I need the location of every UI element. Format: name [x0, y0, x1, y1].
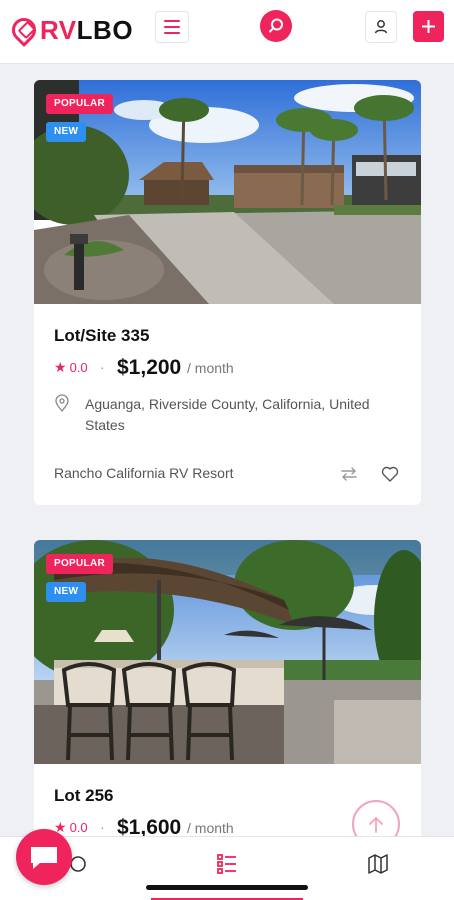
rvlbo-logo[interactable]: RVLBO: [7, 13, 134, 47]
chat-icon: [31, 847, 57, 869]
price-period: / month: [187, 820, 234, 836]
popular-badge: POPULAR: [46, 94, 113, 114]
separator: ·: [100, 819, 105, 835]
listing-title[interactable]: Lot 256: [54, 786, 114, 806]
user-icon: [374, 20, 388, 34]
account-button[interactable]: [365, 11, 397, 43]
map-icon[interactable]: [366, 852, 390, 876]
app-header: RVLBO: [0, 0, 454, 64]
listing-title[interactable]: Lot/Site 335: [54, 326, 149, 346]
resort-name[interactable]: Rancho California RV Resort: [54, 465, 234, 481]
list-icon[interactable]: [215, 852, 239, 876]
location-pin-icon: [55, 394, 69, 412]
plus-icon: [422, 20, 435, 33]
rating-value: 0.0: [69, 820, 88, 835]
new-badge: NEW: [46, 122, 87, 142]
menu-icon: [164, 20, 180, 22]
heart-icon[interactable]: [380, 464, 400, 484]
rating-value: 0.0: [69, 360, 88, 375]
listing-photo[interactable]: POPULAR NEW: [34, 540, 421, 764]
rating: ★ 0.0: [54, 359, 88, 376]
listing-card[interactable]: POPULAR NEW Lot/Site 335 ★ 0.0 · $1,200 …: [34, 80, 421, 505]
menu-button[interactable]: [155, 11, 189, 43]
search-button[interactable]: [260, 10, 292, 42]
price-period: / month: [187, 360, 234, 376]
price: $1,200: [117, 356, 182, 379]
chat-button[interactable]: [16, 829, 72, 885]
logo-pin-icon: [7, 13, 41, 47]
search-icon: [269, 18, 283, 33]
add-listing-button[interactable]: [413, 11, 444, 42]
separator: ·: [100, 359, 105, 375]
listing-photo[interactable]: POPULAR NEW: [34, 80, 421, 304]
home-indicator: [146, 885, 308, 890]
star-icon: ★: [54, 359, 67, 375]
listing-location: Aguanga, Riverside County, California, U…: [85, 396, 370, 433]
popular-badge: POPULAR: [46, 554, 113, 574]
compare-icon[interactable]: [339, 464, 359, 484]
new-badge: NEW: [46, 582, 87, 602]
logo-text: RVLBO: [40, 14, 134, 45]
